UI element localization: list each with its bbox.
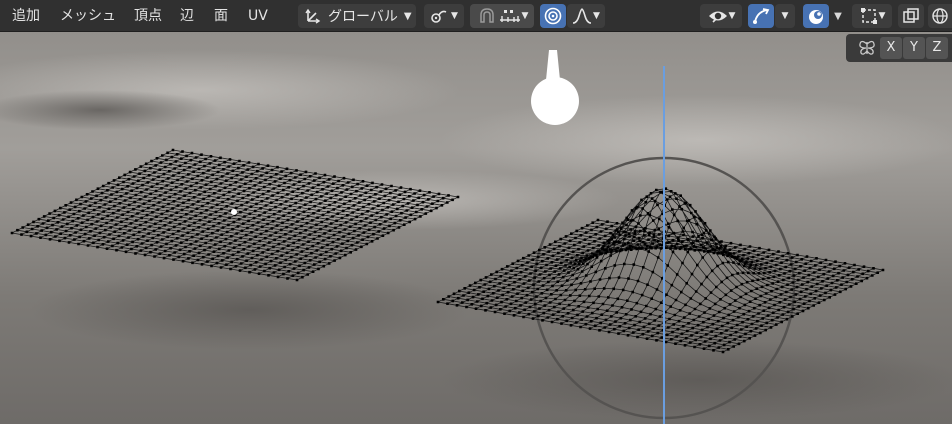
overlays-toggle[interactable] — [803, 4, 829, 28]
menu-face[interactable]: 面 — [214, 0, 228, 32]
transform-orientation-label: グローバル — [328, 9, 398, 25]
3d-viewport[interactable] — [0, 0, 952, 424]
menu-uv[interactable]: UV — [248, 0, 268, 32]
gizmo-toggle[interactable] — [748, 4, 774, 28]
mirror-toggle[interactable] — [856, 37, 878, 59]
proportional-falloff-dropdown[interactable]: ▼ — [567, 4, 605, 28]
chevron-down-icon: ▼ — [878, 11, 886, 21]
snap-group: ▼ — [470, 4, 534, 28]
menu-add[interactable]: 追加 — [12, 0, 40, 32]
menu-edge[interactable]: 辺 — [180, 0, 194, 32]
mesh-edit-overlays-dropdown[interactable]: ▼ — [852, 4, 892, 28]
proportional-edit-toggle[interactable] — [540, 4, 566, 28]
pivot-point-dropdown[interactable]: ▼ — [424, 4, 464, 28]
overlay-icon — [809, 10, 823, 24]
chevron-down-icon: ▼ — [728, 11, 736, 21]
menu-mesh[interactable]: メッシュ — [60, 0, 116, 32]
gizmo-arrow-icon — [753, 8, 770, 24]
overlays-dropdown[interactable]: ▼ — [830, 4, 846, 28]
wireframe-shading-button[interactable] — [928, 4, 952, 28]
mirror-y-button[interactable]: Y — [903, 37, 925, 59]
wireframe-sphere-icon — [932, 8, 948, 24]
chevron-down-icon: ▼ — [521, 11, 529, 21]
bg-shadow-1 — [30, 270, 470, 350]
viewport-header: 追加 メッシュ 頂点 辺 面 UV グローバル ▼ ▼ ▼ ▼ ▼ ▼ ▼ ▼ — [0, 0, 952, 32]
mesh-select-icon — [860, 8, 877, 24]
butterfly-mirror-icon — [859, 40, 875, 55]
gizmo-dropdown[interactable]: ▼ — [775, 4, 795, 28]
eye-icon — [708, 11, 727, 23]
chevron-down-icon: ▼ — [593, 11, 600, 21]
xray-icon — [903, 8, 919, 23]
mirror-axis-bar: X Y Z — [846, 34, 952, 62]
chevron-down-icon: ▼ — [781, 11, 789, 21]
bg-cloud-2 — [440, 95, 952, 185]
menu-vertex[interactable]: 頂点 — [134, 0, 162, 32]
smooth-falloff-icon — [572, 8, 592, 24]
visibility-dropdown[interactable]: ▼ — [700, 4, 742, 28]
snap-increment-icon[interactable] — [498, 6, 522, 26]
pivot-icon — [431, 10, 447, 23]
bg-shadow-2 — [440, 340, 952, 420]
chevron-down-icon: ▼ — [403, 10, 412, 22]
mirror-x-button[interactable]: X — [880, 37, 902, 59]
xray-toggle[interactable] — [898, 4, 924, 28]
transform-orientation-icon — [305, 8, 321, 24]
selected-vertex[interactable] — [231, 209, 237, 215]
transform-orientation-dropdown[interactable]: グローバル ▼ — [298, 4, 416, 28]
chevron-down-icon: ▼ — [834, 10, 842, 22]
proportional-edit-icon — [544, 7, 562, 25]
snap-magnet-icon[interactable] — [476, 6, 498, 26]
mirror-z-button[interactable]: Z — [926, 37, 948, 59]
chevron-down-icon: ▼ — [451, 11, 458, 21]
tooltip-bubble — [531, 77, 579, 125]
